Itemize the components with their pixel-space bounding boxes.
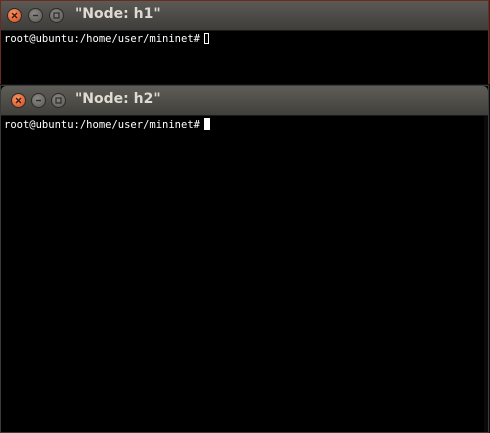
terminal-window-h1[interactable]: "Node: h1" root@ubuntu:/home/user/minine… bbox=[0, 0, 489, 90]
window-title: "Node: h2" bbox=[75, 91, 161, 107]
close-button[interactable] bbox=[11, 93, 26, 108]
text-cursor bbox=[203, 33, 209, 44]
maximize-icon bbox=[55, 97, 62, 104]
minimize-button[interactable] bbox=[28, 8, 43, 23]
close-icon bbox=[15, 97, 22, 104]
terminal-line: root@ubuntu:/home/user/mininet# bbox=[4, 33, 488, 46]
shell-prompt: root@ubuntu:/home/user/mininet# bbox=[4, 33, 200, 45]
text-cursor bbox=[203, 118, 210, 130]
scrollbar[interactable] bbox=[484, 116, 488, 432]
window-title: "Node: h1" bbox=[75, 6, 161, 22]
titlebar-h1[interactable]: "Node: h1" bbox=[1, 1, 488, 31]
shell-prompt: root@ubuntu:/home/user/mininet# bbox=[4, 119, 200, 131]
terminal-area-h2[interactable]: root@ubuntu:/home/user/mininet# bbox=[1, 118, 488, 132]
maximize-button[interactable] bbox=[51, 93, 66, 108]
close-button[interactable] bbox=[7, 8, 22, 23]
maximize-icon bbox=[53, 12, 60, 19]
minimize-button[interactable] bbox=[31, 93, 46, 108]
terminal-window-h2[interactable]: "Node: h2" root@ubuntu:/home/user/minine… bbox=[0, 85, 489, 433]
close-icon bbox=[11, 12, 18, 19]
maximize-button[interactable] bbox=[49, 8, 64, 23]
titlebar-h2[interactable]: "Node: h2" bbox=[1, 86, 488, 116]
terminal-line: root@ubuntu:/home/user/mininet# bbox=[4, 118, 488, 132]
minimize-icon bbox=[36, 99, 41, 102]
minimize-icon bbox=[33, 14, 38, 17]
terminal-area-h1[interactable]: root@ubuntu:/home/user/mininet# bbox=[1, 33, 488, 46]
